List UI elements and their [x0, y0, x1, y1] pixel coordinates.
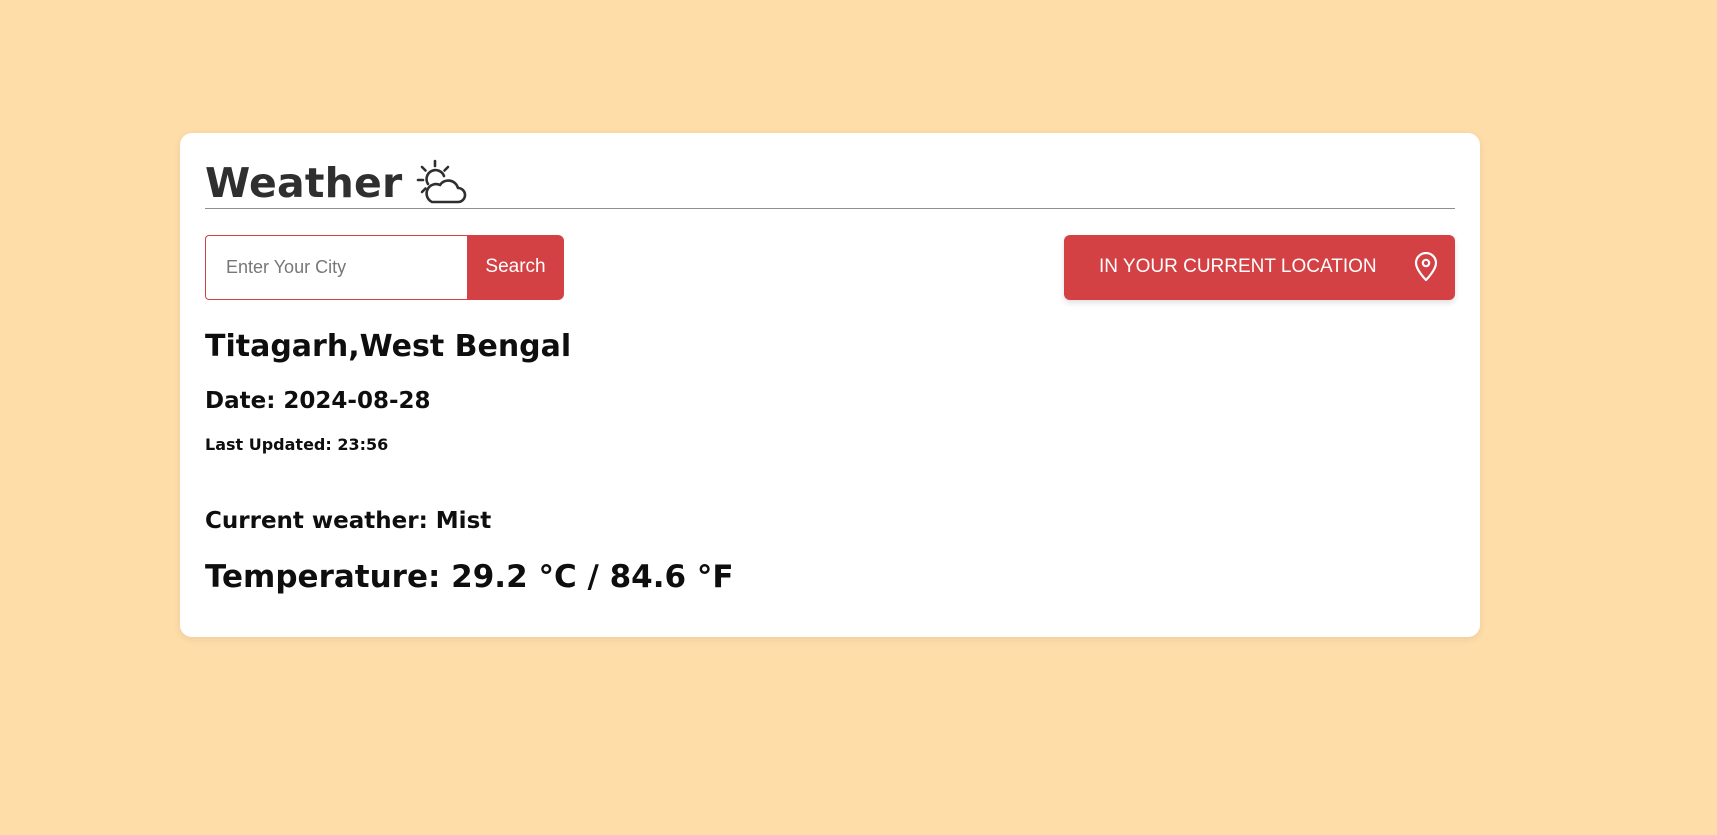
- partly-cloudy-icon: [416, 158, 468, 208]
- page-title: Weather: [205, 158, 403, 207]
- location-pin-icon: [1413, 251, 1439, 282]
- search-group: Search: [205, 234, 564, 300]
- city-search-input[interactable]: [205, 234, 467, 300]
- controls-row: Search IN YOUR CURRENT LOCATION: [205, 234, 1455, 300]
- search-button[interactable]: Search: [467, 234, 564, 300]
- city-name: Titagarh,West Bengal: [205, 329, 572, 364]
- temperature: Temperature: 29.2 °C / 84.6 °F: [205, 559, 734, 595]
- last-updated: Last Updated: 23:56: [205, 435, 389, 454]
- header: Weather: [205, 159, 1455, 209]
- current-location-button[interactable]: IN YOUR CURRENT LOCATION: [1064, 234, 1455, 300]
- current-weather: Current weather: Mist: [205, 508, 492, 534]
- current-location-label: IN YOUR CURRENT LOCATION: [1099, 256, 1377, 277]
- weather-date: Date: 2024-08-28: [205, 388, 431, 414]
- weather-card: Weather Search IN YOUR CURRENT LOCATION: [180, 133, 1480, 637]
